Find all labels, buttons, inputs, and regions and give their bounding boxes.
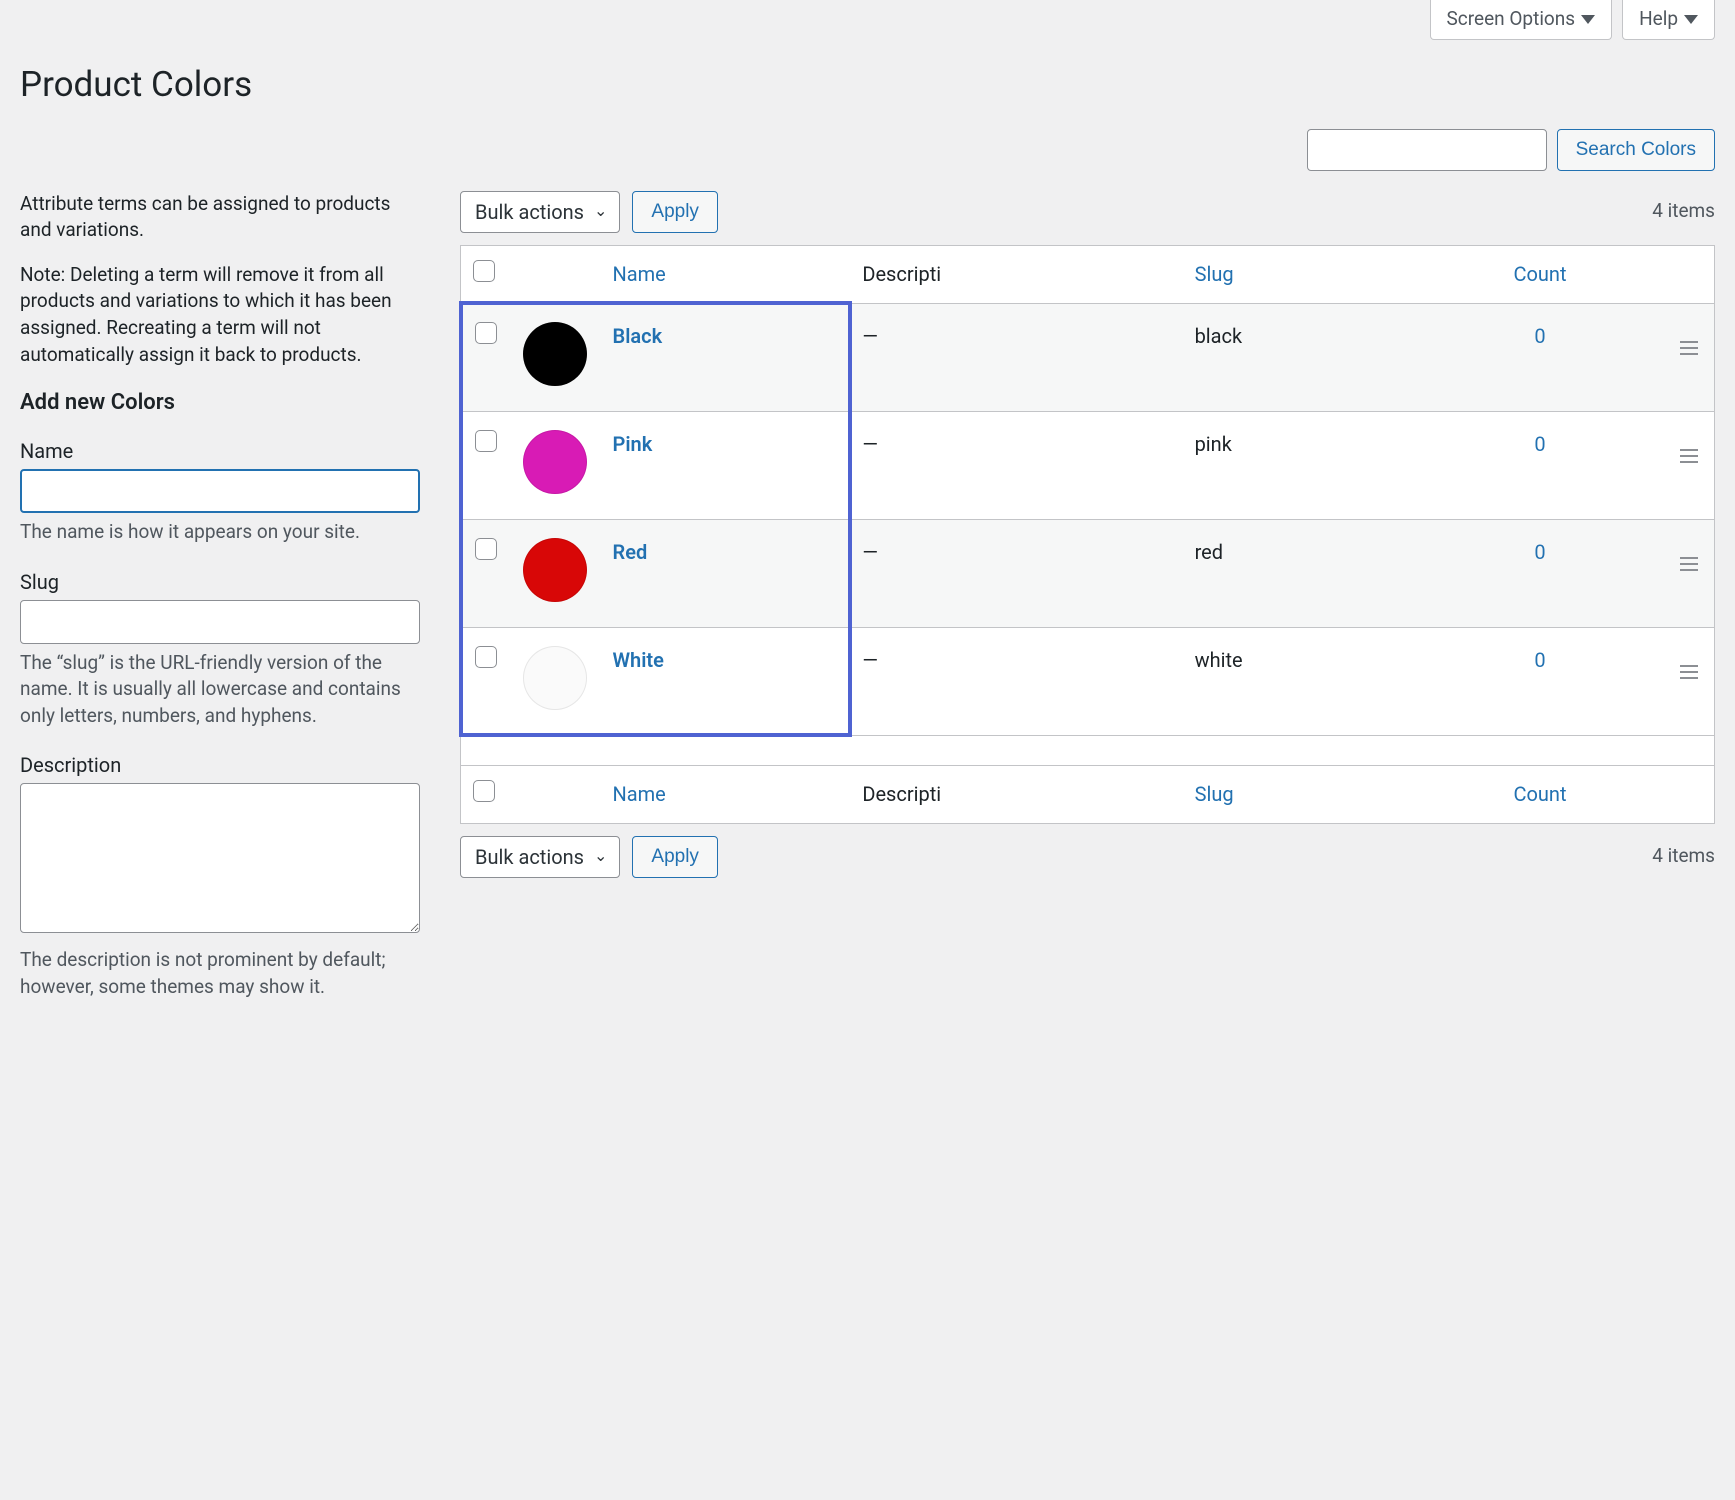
- bulk-actions-label-bottom: Bulk actions: [475, 843, 584, 871]
- col-description-foot: Descripti: [862, 782, 941, 806]
- bulk-actions-select-bottom[interactable]: Bulk actions ⌄: [460, 836, 620, 878]
- add-new-heading: Add new Colors: [20, 388, 420, 419]
- table-row: White — white 0: [461, 627, 1715, 735]
- table-row: Black — black 0: [461, 303, 1715, 411]
- col-slug-foot[interactable]: Slug: [1195, 782, 1234, 806]
- term-slug: black: [1183, 303, 1416, 411]
- drag-handle-icon[interactable]: [1680, 557, 1698, 571]
- term-name-link[interactable]: White: [613, 648, 664, 672]
- page-title: Product Colors: [20, 60, 1715, 109]
- color-swatch: [523, 430, 587, 494]
- terms-table: Name Descripti Slug Count Black — black …: [460, 245, 1715, 824]
- term-slug: red: [1183, 519, 1416, 627]
- table-row: Pink — pink 0: [461, 411, 1715, 519]
- description-textarea[interactable]: [20, 783, 420, 933]
- term-slug: white: [1183, 627, 1416, 735]
- color-swatch: [523, 646, 587, 710]
- col-count[interactable]: Count: [1513, 262, 1566, 286]
- slug-help: The “slug” is the URL-friendly version o…: [20, 650, 420, 730]
- help-label: Help: [1639, 6, 1678, 33]
- color-swatch: [523, 322, 587, 386]
- description-label: Description: [20, 751, 420, 779]
- search-colors-button[interactable]: Search Colors: [1557, 129, 1715, 171]
- term-description: —: [850, 411, 1182, 519]
- bulk-actions-label: Bulk actions: [475, 198, 584, 226]
- term-description: —: [850, 519, 1182, 627]
- chevron-down-icon: ⌄: [594, 200, 607, 222]
- bulk-actions-select-top[interactable]: Bulk actions ⌄: [460, 191, 620, 233]
- intro-text-2: Note: Deleting a term will remove it fro…: [20, 262, 420, 368]
- color-swatch: [523, 538, 587, 602]
- term-description: —: [850, 627, 1182, 735]
- description-help: The description is not prominent by defa…: [20, 947, 420, 1000]
- col-slug[interactable]: Slug: [1195, 262, 1234, 286]
- row-checkbox[interactable]: [475, 430, 497, 452]
- screen-options-tab[interactable]: Screen Options: [1430, 0, 1613, 40]
- drag-handle-icon[interactable]: [1680, 665, 1698, 679]
- drag-handle-icon[interactable]: [1680, 341, 1698, 355]
- term-name-link[interactable]: Black: [613, 324, 663, 348]
- term-description: —: [850, 303, 1182, 411]
- select-all-checkbox-top[interactable]: [473, 260, 495, 282]
- term-count-link[interactable]: 0: [1534, 648, 1545, 672]
- slug-input[interactable]: [20, 600, 420, 644]
- name-help: The name is how it appears on your site.: [20, 519, 420, 546]
- name-label: Name: [20, 437, 420, 465]
- term-count-link[interactable]: 0: [1534, 540, 1545, 564]
- screen-options-label: Screen Options: [1447, 6, 1576, 33]
- drag-handle-icon[interactable]: [1680, 449, 1698, 463]
- row-checkbox[interactable]: [475, 538, 497, 560]
- col-description: Descripti: [862, 262, 941, 286]
- name-input[interactable]: [20, 469, 420, 513]
- term-name-link[interactable]: Red: [613, 540, 648, 564]
- term-name-link[interactable]: Pink: [613, 432, 653, 456]
- term-count-link[interactable]: 0: [1534, 432, 1545, 456]
- chevron-down-icon: ⌄: [594, 845, 607, 867]
- term-slug: pink: [1183, 411, 1416, 519]
- apply-button-top[interactable]: Apply: [632, 191, 718, 233]
- row-checkbox[interactable]: [475, 322, 497, 344]
- help-tab[interactable]: Help: [1622, 0, 1715, 40]
- item-count-bottom: 4 items: [1652, 843, 1715, 870]
- col-count-foot[interactable]: Count: [1513, 782, 1566, 806]
- select-all-checkbox-bottom[interactable]: [473, 780, 495, 802]
- caret-down-icon: [1581, 15, 1595, 24]
- item-count-top: 4 items: [1652, 198, 1715, 225]
- intro-text-1: Attribute terms can be assigned to produ…: [20, 191, 420, 244]
- slug-label: Slug: [20, 568, 420, 596]
- apply-button-bottom[interactable]: Apply: [632, 836, 718, 878]
- row-checkbox[interactable]: [475, 646, 497, 668]
- search-input[interactable]: [1307, 129, 1547, 171]
- table-row: Red — red 0: [461, 519, 1715, 627]
- caret-down-icon: [1684, 15, 1698, 24]
- col-name[interactable]: Name: [613, 262, 666, 286]
- term-count-link[interactable]: 0: [1534, 324, 1545, 348]
- col-name-foot[interactable]: Name: [613, 782, 666, 806]
